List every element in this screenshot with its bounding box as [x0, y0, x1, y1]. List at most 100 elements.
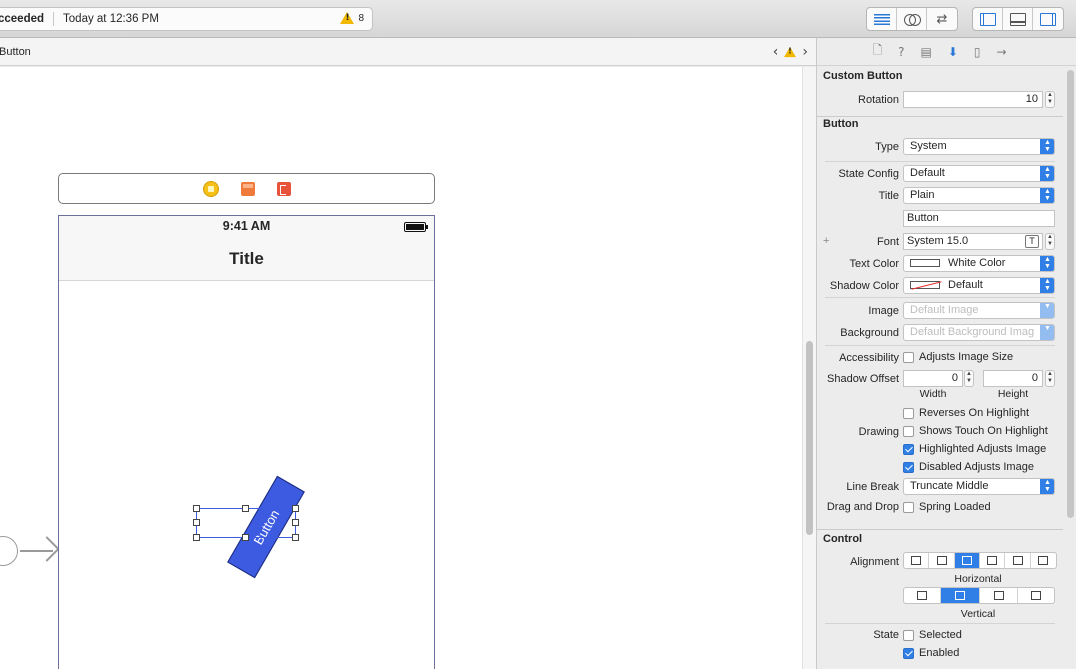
align-center-icon: [961, 556, 972, 565]
version-editor-button[interactable]: ⇄: [927, 8, 957, 30]
selected-checkbox[interactable]: Selected: [903, 629, 962, 641]
type-popup[interactable]: System ▲ ▼: [903, 138, 1055, 155]
adjusts-image-size-checkbox[interactable]: Adjusts Image Size: [903, 351, 1013, 363]
breadcrumb-button[interactable]: Button: [0, 46, 31, 58]
align-right-icon: [1012, 556, 1023, 565]
shows-touch-checkbox[interactable]: Shows Touch On Highlight: [903, 425, 1048, 437]
spring-loaded-checkbox[interactable]: Spring Loaded: [903, 501, 991, 513]
scrollbar-thumb[interactable]: [806, 341, 813, 535]
standard-editor-button[interactable]: [867, 8, 897, 30]
valign-top-button[interactable]: [904, 588, 941, 603]
highlighted-adjusts-checkbox[interactable]: Highlighted Adjusts Image: [903, 443, 1046, 455]
enabled-checkbox[interactable]: Enabled: [903, 647, 959, 659]
exit-icon[interactable]: [276, 181, 291, 196]
attributes-inspector-icon[interactable]: ⬇: [948, 45, 958, 59]
storyboard-canvas[interactable]: 9:41 AM Title Button: [0, 67, 802, 669]
line-break-value: Truncate Middle: [910, 480, 989, 492]
battery-icon: [404, 222, 428, 232]
resize-handle[interactable]: [242, 505, 249, 512]
resize-handle[interactable]: [292, 505, 299, 512]
background-label: Background: [840, 327, 899, 339]
file-inspector-icon[interactable]: 🗋: [872, 41, 882, 62]
valign-bottom-button[interactable]: [980, 588, 1018, 603]
title-style-popup[interactable]: Plain ▲ ▼: [903, 187, 1055, 204]
valign-bottom-icon: [993, 591, 1004, 600]
resize-handle[interactable]: [292, 519, 299, 526]
divider: [825, 623, 1055, 624]
build-status: cceeded: [0, 13, 45, 25]
activity-viewer[interactable]: cceeded Today at 12:36 PM 8: [0, 7, 373, 31]
resize-handle[interactable]: [193, 519, 200, 526]
state-config-popup[interactable]: Default ▲ ▼: [903, 165, 1055, 182]
rotation-field[interactable]: 10: [903, 91, 1043, 108]
chevron-right-icon[interactable]: ›: [802, 44, 808, 60]
inspector-scrollbar[interactable]: [1067, 70, 1074, 518]
align-fill-icon: [1038, 556, 1049, 565]
chevron-updown-icon: ▲ ▼: [1040, 479, 1054, 494]
rings-icon: [903, 13, 921, 26]
text-color-popup[interactable]: White Color ▲ ▼: [903, 255, 1055, 272]
debug-toggle-button[interactable]: [1003, 8, 1033, 30]
alignment-label: Alignment: [850, 556, 899, 568]
help-inspector-icon[interactable]: ?: [898, 45, 904, 59]
scene-dock: [58, 173, 435, 204]
utilities-toggle-button[interactable]: [1033, 8, 1063, 30]
background-placeholder: Default Background Imag: [910, 326, 1035, 338]
navigation-bar[interactable]: 9:41 AM Title: [59, 216, 434, 281]
shadow-color-value: Default: [948, 279, 983, 291]
shadow-offset-height-field[interactable]: 0: [983, 370, 1043, 387]
font-picker-icon[interactable]: T: [1025, 235, 1039, 248]
disabled-adjusts-checkbox[interactable]: Disabled Adjusts Image: [903, 461, 1034, 473]
canvas-scrollbar[interactable]: [802, 67, 816, 669]
chevron-left-icon[interactable]: ‹: [773, 44, 779, 60]
warning-indicator[interactable]: 8: [340, 12, 364, 24]
text-color-value: White Color: [948, 257, 1006, 269]
resize-handle[interactable]: [193, 534, 200, 541]
align-fill-button[interactable]: [1031, 553, 1056, 568]
state-config-value: Default: [910, 167, 945, 179]
assistant-editor-button[interactable]: [897, 8, 927, 30]
shadow-color-popup[interactable]: Default ▲ ▼: [903, 277, 1055, 294]
line-break-popup[interactable]: Truncate Middle ▲ ▼: [903, 478, 1055, 495]
view-controller-scene[interactable]: 9:41 AM Title Button: [58, 215, 435, 669]
initial-scene-arrow[interactable]: [0, 534, 60, 566]
align-right-button[interactable]: [1005, 553, 1031, 568]
navigator-toggle-button[interactable]: [973, 8, 1003, 30]
valign-center-icon: [955, 591, 965, 600]
background-popup[interactable]: Default Background Imag ▼: [903, 324, 1055, 341]
type-label: Type: [875, 141, 899, 153]
checkbox-icon: [903, 425, 914, 437]
resize-handle[interactable]: [193, 505, 200, 512]
toolbar: cceeded Today at 12:36 PM 8 ⇄: [0, 0, 1076, 38]
valign-fill-button[interactable]: [1018, 588, 1054, 603]
reverses-on-highlight-checkbox[interactable]: Reverses On Highlight: [903, 407, 1029, 419]
shadow-height-stepper[interactable]: ▲ ▼: [1045, 370, 1055, 387]
valign-center-button[interactable]: [941, 588, 980, 603]
resize-handle[interactable]: [242, 534, 249, 541]
rotation-stepper[interactable]: ▲ ▼: [1045, 91, 1055, 108]
chevron-updown-icon: ▲ ▼: [1040, 188, 1054, 203]
size-inspector-icon[interactable]: ▯: [974, 45, 981, 59]
state-label: State: [873, 629, 899, 641]
resize-handle[interactable]: [292, 534, 299, 541]
font-size-stepper[interactable]: ▲ ▼: [1045, 233, 1055, 250]
font-value: System 15.0: [907, 235, 969, 247]
nav-title[interactable]: Title: [59, 249, 434, 269]
shadow-width-stepper[interactable]: ▲ ▼: [964, 370, 974, 387]
align-leading-button[interactable]: [929, 553, 955, 568]
view-controller-icon[interactable]: [202, 180, 219, 197]
checkbox-checked-icon: [903, 443, 914, 455]
issue-navigation: ‹ ›: [773, 44, 808, 60]
identity-inspector-icon[interactable]: ▤: [920, 45, 931, 59]
image-popup[interactable]: Default Image ▼: [903, 302, 1055, 319]
align-center-button[interactable]: [954, 553, 981, 568]
connections-inspector-icon[interactable]: →: [996, 45, 1006, 59]
align-left-button[interactable]: [904, 553, 930, 568]
warning-icon[interactable]: [784, 46, 797, 58]
align-trailing-button[interactable]: [980, 553, 1006, 568]
shadow-offset-width-field[interactable]: 0: [903, 370, 963, 387]
title-text-field[interactable]: Button: [903, 210, 1055, 227]
chevron-updown-icon: ▲ ▼: [1040, 278, 1054, 293]
first-responder-icon[interactable]: [240, 181, 255, 196]
font-field[interactable]: System 15.0 T: [903, 233, 1043, 250]
